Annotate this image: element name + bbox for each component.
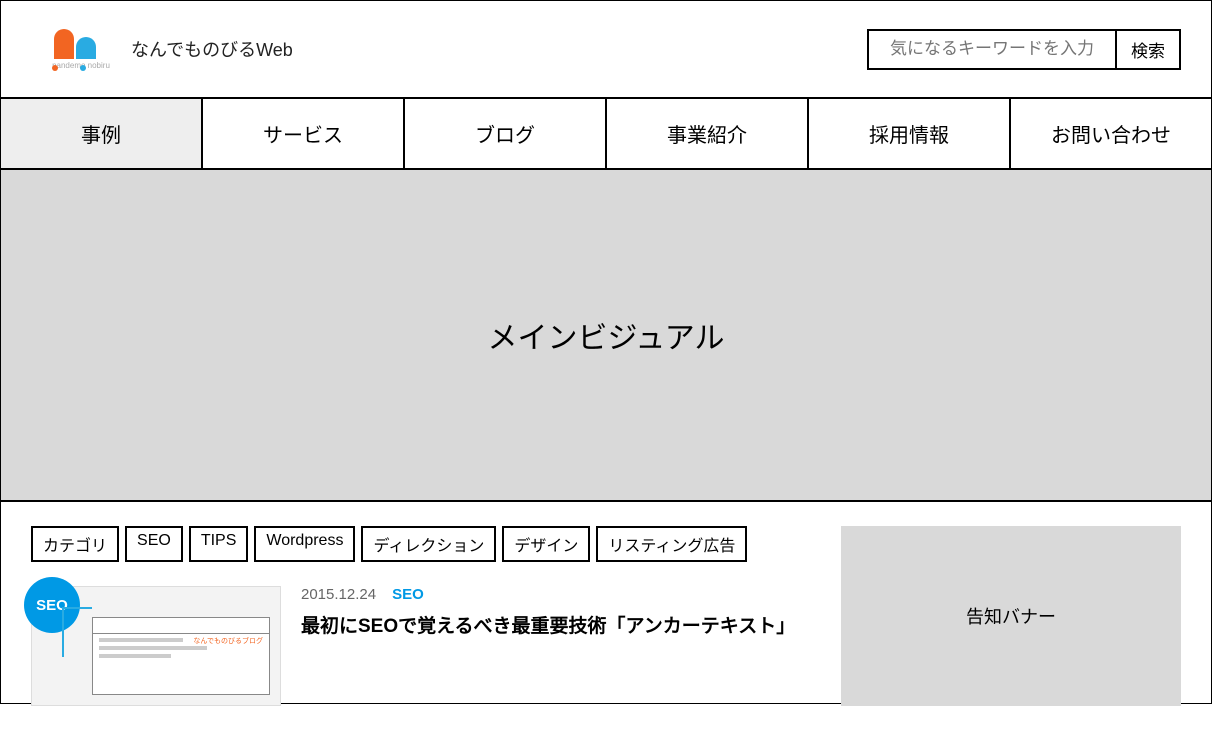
article-category[interactable]: SEO	[392, 586, 424, 603]
header: nandemo nobiru なんでものびるWeb 検索	[1, 1, 1211, 97]
article-date: 2015.12.24	[301, 586, 376, 603]
nav-item-0[interactable]: 事例	[1, 99, 203, 168]
nav-item-3[interactable]: 事業紹介	[607, 99, 809, 168]
main-column: カテゴリSEOTIPSWordpressディレクションデザインリスティング広告 …	[31, 526, 801, 706]
article-thumbnail: SEO なんでものびるブログ	[31, 586, 281, 706]
main-nav: 事例サービスブログ事業紹介採用情報お問い合わせ	[1, 97, 1211, 170]
nav-item-1[interactable]: サービス	[203, 99, 405, 168]
search-box: 検索	[867, 29, 1181, 70]
logo-area[interactable]: nandemo nobiru なんでものびるWeb	[31, 14, 303, 84]
category-tag-3[interactable]: ディレクション	[361, 526, 496, 562]
sidebar: 告知バナー	[841, 526, 1181, 706]
hero-text: メインビジュアル	[488, 313, 725, 357]
logo-icon: nandemo nobiru	[41, 19, 121, 79]
category-tag-0[interactable]: SEO	[125, 526, 183, 562]
category-tag-4[interactable]: デザイン	[502, 526, 590, 562]
article-title: 最初にSEOで覚えるべき最重要技術「アンカーテキスト」	[301, 613, 801, 642]
hero-visual: メインビジュアル	[1, 170, 1211, 502]
search-button[interactable]: 検索	[1117, 29, 1181, 70]
content-area: カテゴリSEOTIPSWordpressディレクションデザインリスティング広告 …	[1, 502, 1211, 730]
search-input[interactable]	[867, 29, 1117, 70]
nav-item-2[interactable]: ブログ	[405, 99, 607, 168]
category-label: カテゴリ	[31, 526, 119, 562]
article-card[interactable]: SEO なんでものびるブログ 2015.12.24 SEO 最	[31, 586, 801, 706]
category-tag-5[interactable]: リスティング広告	[596, 526, 747, 562]
nav-item-5[interactable]: お問い合わせ	[1011, 99, 1211, 168]
category-tag-2[interactable]: Wordpress	[254, 526, 355, 562]
nav-item-4[interactable]: 採用情報	[809, 99, 1011, 168]
article-body: 2015.12.24 SEO 最初にSEOで覚えるべき最重要技術「アンカーテキス…	[301, 586, 801, 706]
announcement-banner[interactable]: 告知バナー	[841, 526, 1181, 706]
category-tag-1[interactable]: TIPS	[189, 526, 249, 562]
site-title: なんでものびるWeb	[131, 36, 293, 62]
category-row: カテゴリSEOTIPSWordpressディレクションデザインリスティング広告	[31, 526, 801, 562]
